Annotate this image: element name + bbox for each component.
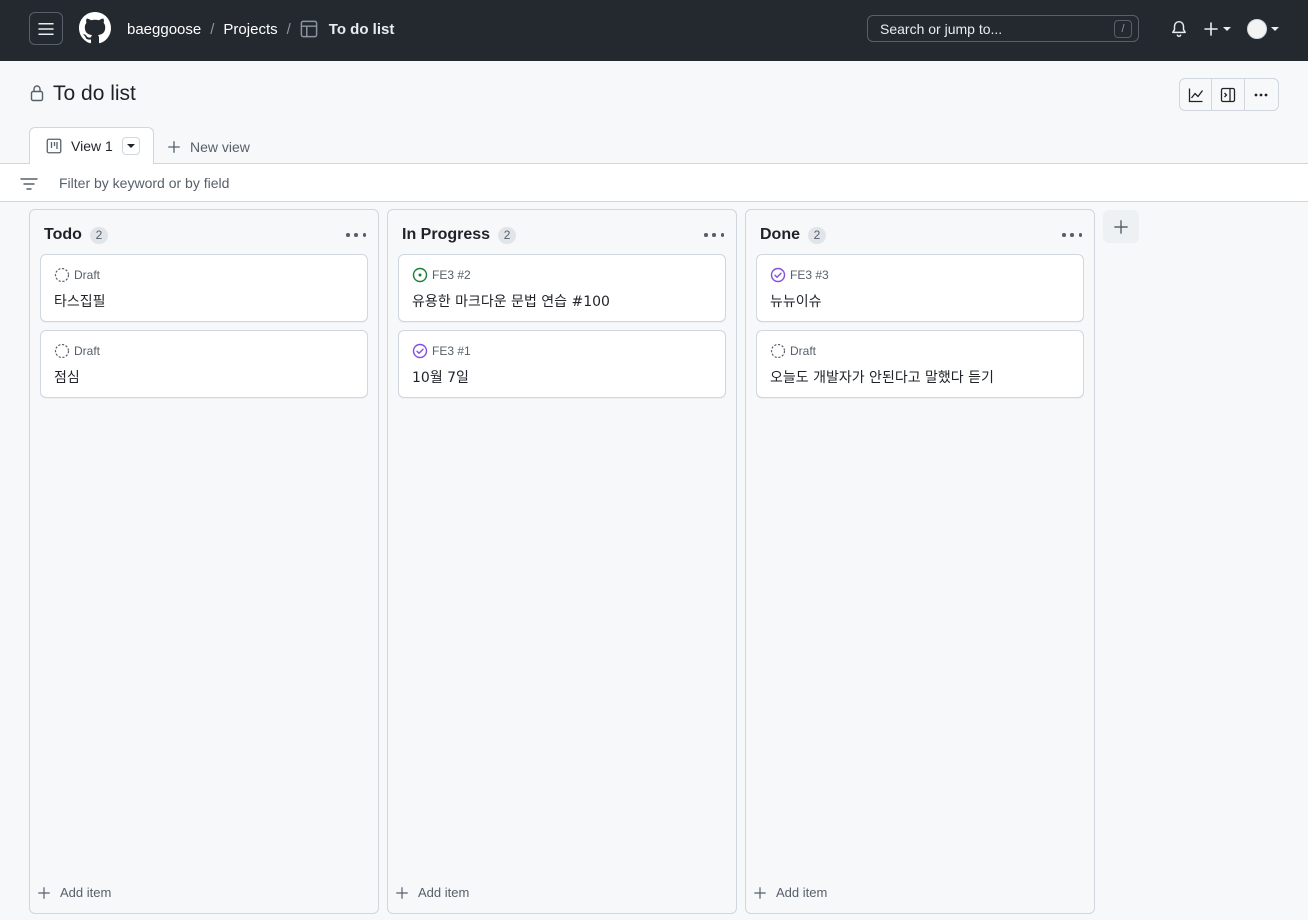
breadcrumb: baeggoose / Projects / To do list [127,19,394,39]
board-column-in-progress: In Progress 2 FE3 #2 유용한 마크다운 문법 연습 #100… [387,209,737,914]
card-meta-label: Draft [74,344,101,358]
hamburger-icon [38,22,54,35]
card-meta: Draft [54,343,100,359]
draft-issue-icon [54,267,70,283]
card-meta: Draft [770,343,816,359]
card-title[interactable]: 오늘도 개발자가 안된다고 말했다 듣기 [770,367,994,387]
draft-issue-icon [54,343,70,359]
column-header: Done 2 [760,226,826,244]
board-card[interactable]: FE3 #2 유용한 마크다운 문법 연습 #100 [398,254,726,322]
column-count-badge: 2 [808,226,826,244]
breadcrumb-owner-link[interactable]: baeggoose [127,21,201,38]
more-options-button[interactable] [1245,79,1278,110]
chevron-down-icon [126,144,135,148]
plus-icon [396,886,408,899]
column-title: Todo [44,226,82,243]
add-item-button[interactable]: Add item [396,885,469,900]
add-column-button[interactable] [1103,210,1139,243]
sidebar-expand-icon [1220,87,1236,102]
breadcrumb-current-project[interactable]: To do list [329,21,395,38]
view-tab-label: View 1 [71,138,113,154]
column-count-badge: 2 [89,226,108,244]
add-item-button[interactable]: Add item [754,885,827,900]
column-title: In Progress [402,226,491,243]
chevron-down-icon [1223,27,1231,31]
column-title: Done [760,226,800,243]
graph-icon [1188,88,1203,102]
view-options-button[interactable] [121,137,140,155]
lock-icon [30,85,44,102]
insights-button[interactable] [1180,79,1213,110]
search-placeholder: Search or jump to... [880,21,1003,37]
card-meta-label: FE3 #3 [790,268,829,282]
page-title: To do list [53,82,136,105]
column-header: In Progress 2 [402,226,517,244]
card-title[interactable]: 타스집필 [54,291,106,311]
global-header: baeggoose / Projects / To do list Search… [0,0,1308,61]
project-header: To do list View 1 New view [0,61,1308,165]
issue-opened-icon [412,267,428,283]
github-logo-icon[interactable] [79,12,111,44]
add-item-button[interactable]: Add item [38,885,111,900]
plus-icon [1204,22,1218,36]
plus-icon [1114,219,1128,234]
breadcrumb-projects-link[interactable]: Projects [223,21,277,38]
plus-icon [754,886,766,899]
card-title[interactable]: 10월 7일 [412,367,469,387]
add-item-label: Add item [776,885,828,900]
add-item-label: Add item [418,885,470,900]
add-item-label: Add item [60,885,112,900]
kebab-horizontal-icon [1254,93,1268,96]
column-count-badge: 2 [498,226,517,244]
table-icon [300,20,318,38]
column-menu-button[interactable] [704,232,724,238]
card-meta: FE3 #2 [412,267,471,283]
side-panel-button[interactable] [1212,79,1245,110]
board-card[interactable]: FE3 #1 10월 7일 [398,330,726,398]
card-meta: FE3 #3 [770,267,829,283]
breadcrumb-separator: / [210,20,215,38]
filter-bar: Filter by keyword or by field [0,164,1308,202]
draft-issue-icon [770,343,786,359]
card-title[interactable]: 점심 [54,367,80,387]
card-meta-label: Draft [74,268,101,282]
issue-closed-icon [770,267,786,283]
board-card[interactable]: Draft 오늘도 개발자가 안된다고 말했다 듣기 [756,330,1084,398]
new-view-label: New view [190,139,250,155]
card-meta-label: FE3 #1 [432,344,471,358]
board-column-todo: Todo 2 Draft 타스집필 Draft 점심 Add item [29,209,379,914]
column-menu-button[interactable] [1062,232,1082,238]
board-card[interactable]: FE3 #3 뉴뉴이슈 [756,254,1084,322]
column-header: Todo 2 [44,226,108,244]
project-board-icon [46,138,62,154]
card-meta-label: FE3 #2 [432,268,471,282]
avatar[interactable] [1247,19,1267,39]
bell-icon[interactable] [1170,20,1188,38]
card-title[interactable]: 유용한 마크다운 문법 연습 #100 [412,291,610,311]
chevron-down-icon [1271,27,1279,31]
board-card[interactable]: Draft 타스집필 [40,254,368,322]
board-card[interactable]: Draft 점심 [40,330,368,398]
breadcrumb-separator: / [286,20,291,38]
filter-icon[interactable] [20,178,38,190]
global-search-input[interactable]: Search or jump to... / [867,15,1139,42]
column-menu-button[interactable] [346,232,366,238]
new-view-button[interactable]: New view [167,137,250,157]
search-shortcut-hint: / [1114,20,1132,38]
card-meta-label: Draft [790,344,817,358]
board-column-done: Done 2 FE3 #3 뉴뉴이슈 Draft 오늘도 개발자가 안된다고 말… [745,209,1095,914]
filter-input[interactable]: Filter by keyword or by field [59,175,229,191]
plus-icon [38,886,50,899]
card-meta: FE3 #1 [412,343,471,359]
card-title[interactable]: 뉴뉴이슈 [770,291,822,311]
view-tab-1[interactable]: View 1 [29,127,154,165]
project-actions [1179,78,1279,111]
create-new-button[interactable] [1203,19,1233,39]
card-meta: Draft [54,267,100,283]
plus-icon [167,140,181,154]
hamburger-menu-button[interactable] [29,12,63,45]
issue-closed-icon [412,343,428,359]
